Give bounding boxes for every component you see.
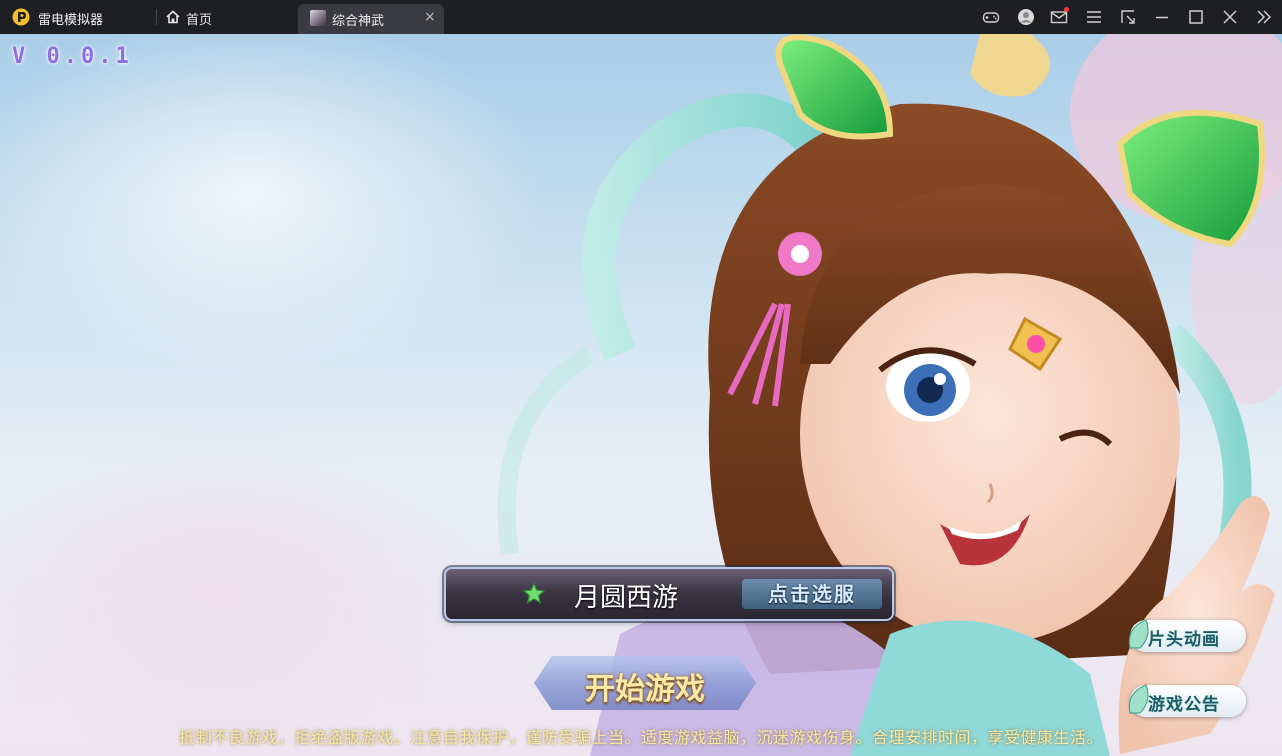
game-announcement-label: 游戏公告	[1148, 695, 1220, 715]
tab-game[interactable]: 综合神武 ×	[298, 4, 444, 34]
menu-icon[interactable]	[1085, 8, 1103, 26]
tab-close-icon[interactable]: ×	[424, 9, 436, 25]
server-name: 月圆西游	[574, 583, 679, 613]
emulator-titlebar: 雷电模拟器 首页 综合神武 ×	[0, 0, 1282, 34]
choose-server-button[interactable]: 点击选服	[742, 579, 882, 609]
gamepad-icon[interactable]	[982, 8, 1000, 26]
tab-home[interactable]: 首页	[164, 0, 284, 34]
user-avatar-icon[interactable]	[1017, 8, 1035, 26]
server-status-star-icon	[522, 582, 546, 604]
health-gaming-notice: 抵制不良游戏，拒绝盗版游戏。注意自我保护，谨防受骗上当。适度游戏益脑，沉迷游戏伤…	[178, 728, 1103, 747]
intro-animation-label: 片头动画	[1148, 630, 1220, 650]
collapse-sidebar-icon[interactable]	[1255, 8, 1273, 26]
minimize-icon[interactable]	[1153, 8, 1171, 26]
leidian-logo-icon	[12, 8, 30, 26]
resize-icon[interactable]	[1119, 8, 1137, 26]
intro-animation-button[interactable]: 片头动画	[1128, 619, 1246, 652]
mail-icon[interactable]	[1050, 7, 1069, 26]
close-icon[interactable]	[1221, 8, 1239, 26]
notification-dot	[1064, 7, 1069, 12]
maximize-icon[interactable]	[1187, 8, 1205, 26]
tab-home-label: 首页	[186, 13, 213, 28]
game-viewport[interactable]: V 0.0.1 月圆西游 点击选服 开始游戏 片头动画 游戏公告 抵制不良游戏，…	[0, 34, 1282, 756]
server-selector[interactable]: 月圆西游 点击选服	[446, 569, 892, 619]
home-icon	[166, 10, 180, 24]
app-name: 雷电模拟器	[38, 13, 104, 28]
start-game-label: 开始游戏	[585, 672, 705, 707]
game-thumbnail-icon	[310, 10, 326, 26]
tab-separator	[156, 9, 157, 25]
game-version: V 0.0.1	[12, 44, 133, 69]
tab-game-label: 综合神武	[332, 14, 385, 29]
game-announcement-button[interactable]: 游戏公告	[1128, 684, 1246, 717]
start-game-button[interactable]: 开始游戏	[534, 656, 756, 710]
